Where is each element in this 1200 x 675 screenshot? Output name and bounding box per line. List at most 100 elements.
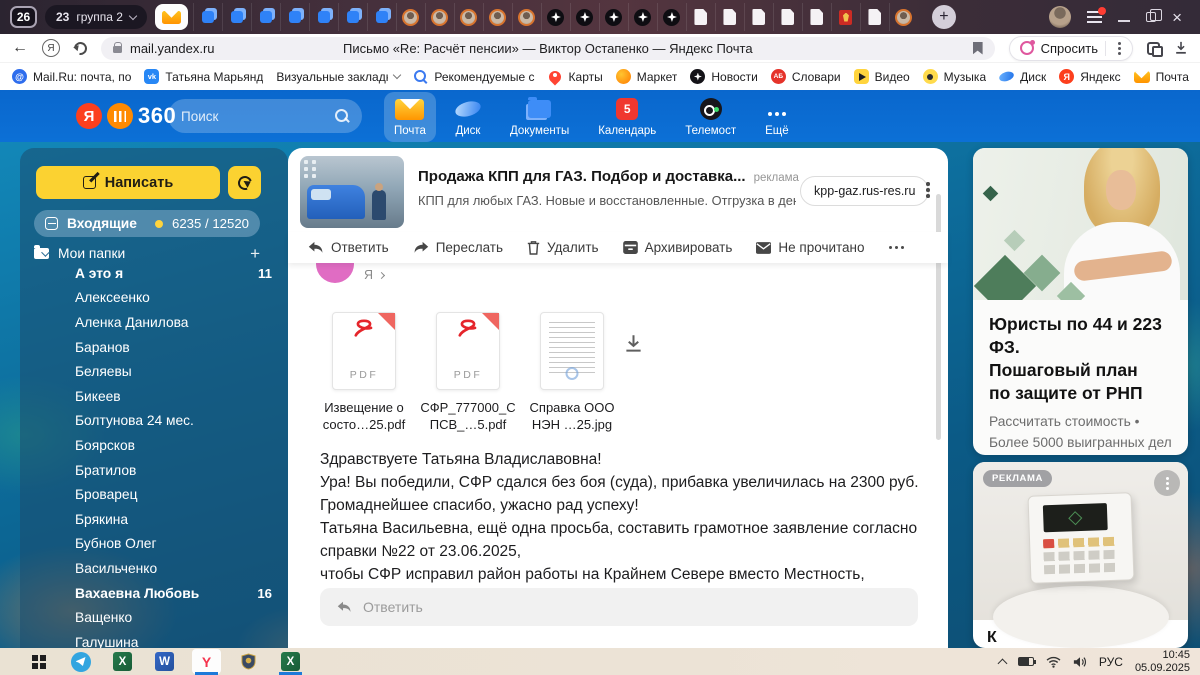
- scrollbar-thumb[interactable]: [936, 194, 941, 440]
- address-bar[interactable]: mail.yandex.ru Письмо «Re: Расчёт пенсии…: [101, 37, 995, 60]
- browser-tab[interactable]: [744, 3, 773, 31]
- bookmark-item[interactable]: Почта: [1134, 70, 1189, 84]
- right-ad-legal[interactable]: Юристы по 44 и 223 ФЗ. Пошаговый план по…: [973, 148, 1188, 455]
- taskbar-telegram[interactable]: [66, 649, 95, 675]
- sender-row[interactable]: Я: [364, 268, 384, 282]
- sidebar-folder[interactable]: Аленка Данилова: [20, 310, 288, 335]
- sidebar-folder[interactable]: Алексеенко: [20, 286, 288, 311]
- sidebar-folder[interactable]: А это я 11: [20, 261, 288, 286]
- ask-alice-button[interactable]: Спросить: [1009, 36, 1133, 61]
- new-tab-button[interactable]: [932, 5, 956, 29]
- minimize-button[interactable]: [1118, 20, 1130, 22]
- sidebar-folder[interactable]: Баранов: [20, 335, 288, 360]
- sidebar-item-inbox[interactable]: Входящие 6235 / 12520: [34, 210, 260, 237]
- battery-icon[interactable]: [1018, 657, 1034, 666]
- tab-count-badge[interactable]: 26: [10, 6, 37, 28]
- browser-tab[interactable]: [686, 3, 715, 31]
- browser-tab[interactable]: [367, 3, 396, 31]
- app-disk[interactable]: Диск: [445, 92, 491, 142]
- browser-tab[interactable]: [338, 3, 367, 31]
- bookmark-item[interactable]: Маркет: [616, 69, 678, 84]
- browser-tab[interactable]: [483, 3, 512, 31]
- reply-button[interactable]: Ответить: [308, 240, 389, 255]
- close-button[interactable]: [1172, 9, 1182, 26]
- app-telemost[interactable]: Телемост: [675, 92, 746, 142]
- tray-expand-icon[interactable]: [997, 658, 1007, 668]
- browser-tab[interactable]: [570, 3, 599, 31]
- language-indicator[interactable]: РУС: [1099, 655, 1123, 669]
- app-calendar[interactable]: 5 Календарь: [588, 92, 666, 142]
- attachment[interactable]: Извещение о состо…25.pdf: [312, 312, 416, 433]
- app-documents[interactable]: Документы: [500, 92, 579, 142]
- sidebar-folder[interactable]: Бикеев: [20, 384, 288, 409]
- taskbar-game[interactable]: [234, 649, 263, 675]
- sidebar-folder[interactable]: Галушина: [20, 630, 288, 648]
- bookmark-item[interactable]: Mail.Ru: почта, по: [12, 69, 131, 84]
- add-folder-button[interactable]: [250, 245, 260, 262]
- browser-tab[interactable]: [193, 3, 222, 31]
- bookmark-item[interactable]: Визуальные закладк: [276, 70, 400, 84]
- browser-tab[interactable]: [657, 3, 686, 31]
- taskbar-word[interactable]: [150, 649, 179, 675]
- forward-button[interactable]: Переслать: [413, 240, 503, 255]
- volume-icon[interactable]: [1073, 656, 1087, 668]
- app-more[interactable]: Ещё: [755, 92, 799, 142]
- wifi-icon[interactable]: [1046, 656, 1061, 668]
- compose-button[interactable]: Написать: [36, 166, 220, 199]
- yandex-home-icon[interactable]: [42, 39, 60, 57]
- ad-banner-menu-icon[interactable]: [926, 188, 930, 192]
- sidebar-folder[interactable]: Братилов: [20, 458, 288, 483]
- browser-tab[interactable]: [860, 3, 889, 31]
- ad-banner-link-button[interactable]: kpp-gaz.rus-res.ru: [800, 176, 929, 206]
- collections-icon[interactable]: [1147, 42, 1160, 55]
- browser-tab[interactable]: [512, 3, 541, 31]
- browser-tab[interactable]: [396, 3, 425, 31]
- sidebar-folder[interactable]: Брякина: [20, 507, 288, 532]
- ad-banner-title[interactable]: Продажа КПП для ГАЗ. Подбор и доставка..…: [418, 168, 799, 185]
- search-input[interactable]: Поиск: [168, 99, 362, 133]
- sidebar-folder[interactable]: Беляевы: [20, 359, 288, 384]
- bookmark-item[interactable]: Диск: [999, 69, 1046, 84]
- downloads-icon[interactable]: [1174, 41, 1188, 55]
- bookmark-item[interactable]: Музыка: [923, 69, 986, 84]
- ad-banner-image[interactable]: [300, 156, 404, 228]
- sidebar-folder[interactable]: Вахаевна Любовь 16: [20, 581, 288, 606]
- browser-tab[interactable]: [155, 4, 188, 30]
- refresh-button[interactable]: [71, 39, 89, 57]
- browser-tab[interactable]: [309, 3, 338, 31]
- bookmark-item[interactable]: Татьяна Марьянд: [144, 69, 263, 84]
- browser-tab[interactable]: [280, 3, 309, 31]
- mark-unread-button[interactable]: Не прочитано: [756, 240, 864, 255]
- toolbar-more-icon[interactable]: [895, 246, 899, 250]
- my-folders-header[interactable]: Мои папки: [34, 245, 260, 262]
- back-button[interactable]: [12, 40, 28, 56]
- sidebar-folder[interactable]: Бубнов Олег: [20, 532, 288, 557]
- bookmark-flag-icon[interactable]: [973, 42, 983, 55]
- sidebar-folder[interactable]: Болтунова 24 мес.: [20, 409, 288, 434]
- search-icon[interactable]: [335, 109, 349, 123]
- browser-menu-icon[interactable]: [1087, 11, 1102, 23]
- browser-tab[interactable]: [425, 3, 454, 31]
- browser-tab[interactable]: [773, 3, 802, 31]
- archive-button[interactable]: Архивировать: [623, 240, 733, 255]
- bookmark-item[interactable]: Рекомендуемые с: [413, 69, 534, 84]
- browser-tab[interactable]: [889, 3, 918, 31]
- browser-tab[interactable]: [831, 3, 860, 31]
- browser-tab[interactable]: [628, 3, 657, 31]
- quick-reply-box[interactable]: Ответить: [320, 588, 918, 626]
- yandex360-logo[interactable]: 360: [76, 103, 176, 129]
- sidebar-folder[interactable]: Васильченко: [20, 556, 288, 581]
- start-button[interactable]: [24, 649, 53, 675]
- browser-tab[interactable]: [802, 3, 831, 31]
- refresh-mail-button[interactable]: [228, 166, 261, 199]
- sidebar-folder[interactable]: Ващенко: [20, 605, 288, 630]
- browser-tab[interactable]: [715, 3, 744, 31]
- ad-menu-icon[interactable]: [1154, 470, 1180, 496]
- bookmark-item[interactable]: Видео: [854, 69, 910, 84]
- browser-tab[interactable]: [222, 3, 251, 31]
- browser-profile-avatar[interactable]: [1049, 6, 1071, 28]
- bookmark-item[interactable]: Словари: [771, 69, 841, 84]
- bookmark-item[interactable]: Яндекс: [1059, 69, 1120, 84]
- browser-tab[interactable]: [541, 3, 570, 31]
- delete-button[interactable]: Удалить: [527, 240, 599, 255]
